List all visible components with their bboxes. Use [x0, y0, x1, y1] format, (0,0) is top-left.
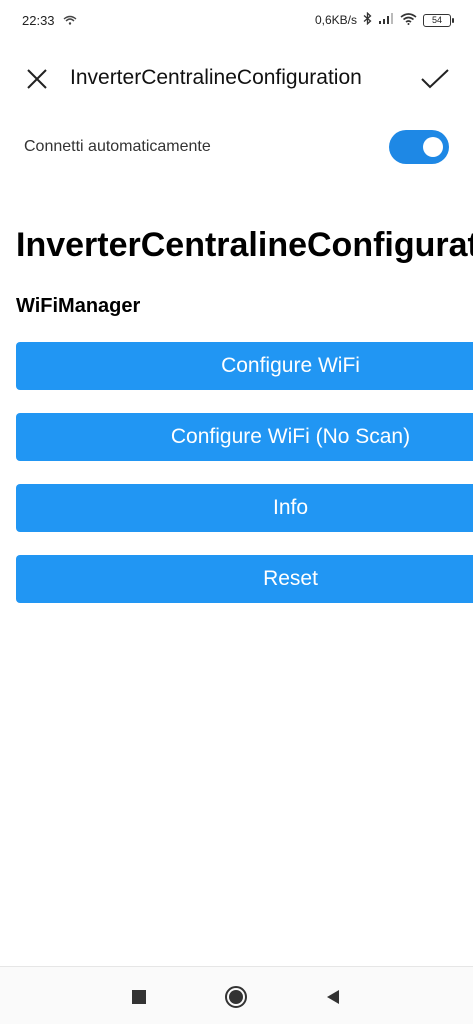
toggle-knob: [423, 137, 443, 157]
screen: 22:33 0,6KB/s 54 InverterCentralineConfi…: [0, 0, 473, 1024]
reset-button[interactable]: Reset: [16, 555, 473, 603]
info-button[interactable]: Info: [16, 484, 473, 532]
status-bar: 22:33 0,6KB/s 54: [0, 0, 473, 40]
system-nav-bar: [0, 966, 473, 1024]
auto-connect-row: Connetti automaticamente: [0, 124, 473, 170]
auto-connect-toggle[interactable]: [389, 130, 449, 164]
header-title: InverterCentralineConfiguration: [70, 66, 362, 89]
button-label: Configure WiFi: [221, 354, 360, 377]
wifi-icon: [400, 12, 417, 28]
configure-wifi-button[interactable]: Configure WiFi: [16, 342, 473, 390]
recent-apps-icon: [132, 990, 146, 1004]
close-button[interactable]: [22, 64, 52, 94]
check-icon: [421, 69, 449, 89]
back-button[interactable]: [319, 983, 347, 1011]
signal-icon: [378, 13, 394, 27]
close-icon: [27, 69, 47, 89]
data-sync-icon: [63, 13, 77, 28]
button-label: Configure WiFi (No Scan): [170, 425, 411, 448]
home-button[interactable]: [222, 983, 250, 1011]
header: InverterCentralineConfiguration: [0, 54, 473, 102]
bluetooth-icon: [363, 11, 372, 28]
status-right: 0,6KB/s 54: [314, 11, 454, 28]
battery-icon: 54: [423, 13, 454, 27]
button-label: Reset: [263, 567, 318, 590]
page-title: InverterCentralineConfiguration: [16, 226, 473, 264]
battery-level: 54: [431, 15, 442, 25]
configure-wifi-no-scan-button[interactable]: Configure WiFi (No Scan): [16, 413, 473, 461]
section-title: WiFiManager: [16, 295, 141, 317]
home-icon: [225, 986, 247, 1008]
recent-apps-button[interactable]: [125, 983, 153, 1011]
auto-connect-label: Connetti automaticamente: [24, 138, 211, 155]
status-time: 22:33: [22, 12, 55, 28]
network-speed: 0,6KB/s: [314, 13, 357, 27]
button-label: Info: [272, 496, 309, 519]
confirm-button[interactable]: [418, 64, 452, 94]
back-icon: [327, 990, 339, 1004]
status-left: 22:33: [22, 13, 77, 28]
